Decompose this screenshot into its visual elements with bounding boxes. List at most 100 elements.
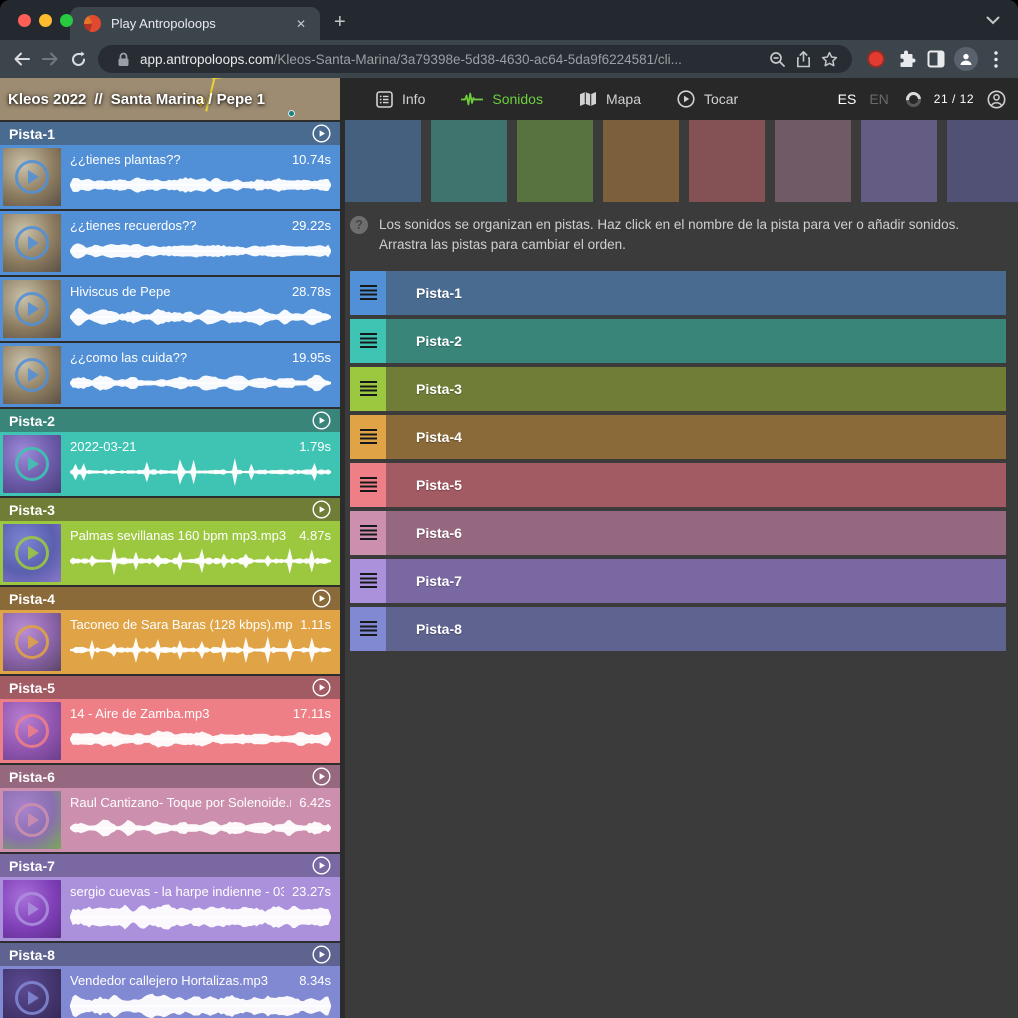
track-row-pista-2: Pista-2 <box>350 319 1006 363</box>
clip-thumbnail <box>3 435 61 493</box>
track-row-button[interactable]: Pista-8 <box>386 607 1006 651</box>
header-right: ES EN 21 / 12 <box>838 90 1006 109</box>
clip-thumbnail <box>3 791 61 849</box>
track-play-button[interactable] <box>312 124 331 143</box>
track-row-button[interactable]: Pista-2 <box>386 319 1006 363</box>
track-play-button[interactable] <box>312 411 331 430</box>
track-row-button[interactable]: Pista-1 <box>386 271 1006 315</box>
zoom-window-button[interactable] <box>60 14 73 27</box>
tab-strip: Play Antropoloops ✕ + <box>0 0 1018 40</box>
new-tab-button[interactable]: + <box>334 11 346 34</box>
map-thumbnail[interactable]: Kleos 2022 // Santa Marina / Pepe 1 <box>0 78 340 120</box>
drag-handle[interactable] <box>350 607 386 651</box>
clip-info: Vendedor callejero Hortalizas.mp38.34s <box>64 966 340 1018</box>
back-button[interactable] <box>8 45 36 73</box>
bookmark-star-icon[interactable] <box>816 46 842 72</box>
nav-item-mapa[interactable]: Mapa <box>579 91 641 107</box>
url-domain: app.antropoloops.com <box>140 52 274 67</box>
color-swatch-pista-6[interactable] <box>775 120 851 202</box>
clip-duration: 8.34s <box>299 973 331 988</box>
clip-title: ¿¿tienes recuerdos?? <box>70 218 284 233</box>
drag-handle[interactable] <box>350 271 386 315</box>
track-play-button[interactable] <box>312 945 331 964</box>
clip[interactable]: ¿¿tienes recuerdos??29.22s <box>0 211 340 275</box>
record-extension-icon[interactable] <box>862 45 890 73</box>
clip-thumbnail <box>3 969 61 1018</box>
share-icon[interactable] <box>790 46 816 72</box>
track-play-button[interactable] <box>312 589 331 608</box>
track-header-pista-7[interactable]: Pista-7 <box>0 854 340 877</box>
nav-item-info[interactable]: Info <box>376 91 425 108</box>
track-header-pista-4[interactable]: Pista-4 <box>0 587 340 610</box>
track-play-button[interactable] <box>312 856 331 875</box>
drag-handle[interactable] <box>350 415 386 459</box>
breadcrumb: Kleos 2022 // Santa Marina / Pepe 1 <box>8 78 265 120</box>
track-name: Pista-7 <box>9 858 55 874</box>
track-header-pista-3[interactable]: Pista-3 <box>0 498 340 521</box>
tracks-sidebar: Pista-1¿¿tienes plantas??10.74s¿¿tienes … <box>0 120 340 1018</box>
track-play-button[interactable] <box>312 500 331 519</box>
clip-waveform <box>70 365 331 405</box>
track-play-button[interactable] <box>312 767 331 786</box>
drag-handle[interactable] <box>350 463 386 507</box>
drag-handle[interactable] <box>350 511 386 555</box>
lang-es-button[interactable]: ES <box>838 91 857 107</box>
track-header-pista-8[interactable]: Pista-8 <box>0 943 340 966</box>
clip[interactable]: Hiviscus de Pepe28.78s <box>0 277 340 341</box>
track-header-pista-5[interactable]: Pista-5 <box>0 676 340 699</box>
track-row-button[interactable]: Pista-4 <box>386 415 1006 459</box>
color-swatch-pista-3[interactable] <box>517 120 593 202</box>
drag-handle[interactable] <box>350 559 386 603</box>
track-row-label: Pista-5 <box>416 477 462 493</box>
drag-handle[interactable] <box>350 367 386 411</box>
forward-button[interactable] <box>36 45 64 73</box>
side-panel-icon[interactable] <box>922 45 950 73</box>
clip[interactable]: ¿¿como las cuida??19.95s <box>0 343 340 407</box>
color-swatch-pista-1[interactable] <box>345 120 421 202</box>
clip-duration: 6.42s <box>299 795 331 810</box>
track-row-button[interactable]: Pista-5 <box>386 463 1006 507</box>
clip[interactable]: Raul Cantizano- Toque por Solenoide.mp36… <box>0 788 340 852</box>
url-bar[interactable]: app.antropoloops.com/Kleos-Santa-Marina/… <box>98 45 852 73</box>
extensions-puzzle-icon[interactable] <box>892 45 920 73</box>
lang-en-button[interactable]: EN <box>869 91 888 107</box>
clip[interactable]: ¿¿tienes plantas??10.74s <box>0 145 340 209</box>
nav-item-tocar[interactable]: Tocar <box>677 90 738 108</box>
tab-close-icon[interactable]: ✕ <box>292 15 310 33</box>
track-row-button[interactable]: Pista-6 <box>386 511 1006 555</box>
clip[interactable]: 14 - Aire de Zamba.mp317.11s <box>0 699 340 763</box>
clip-duration: 17.11s <box>293 706 331 721</box>
clip-waveform <box>70 454 331 494</box>
track-header-pista-6[interactable]: Pista-6 <box>0 765 340 788</box>
track-header-pista-1[interactable]: Pista-1 <box>0 122 340 145</box>
color-swatch-pista-2[interactable] <box>431 120 507 202</box>
account-icon[interactable] <box>987 90 1006 109</box>
tab-search-chevron-icon[interactable] <box>986 12 1000 30</box>
drag-handle[interactable] <box>350 319 386 363</box>
color-swatch-pista-4[interactable] <box>603 120 679 202</box>
nav-item-sonidos[interactable]: Sonidos <box>461 91 543 107</box>
close-window-button[interactable] <box>18 14 31 27</box>
color-swatch-pista-7[interactable] <box>861 120 937 202</box>
track-row-button[interactable]: Pista-3 <box>386 367 1006 411</box>
clip[interactable]: 2022-03-211.79s <box>0 432 340 496</box>
browser-menu-icon[interactable] <box>982 45 1010 73</box>
color-swatch-pista-8[interactable] <box>947 120 1018 202</box>
color-swatch-pista-5[interactable] <box>689 120 765 202</box>
minimize-window-button[interactable] <box>39 14 52 27</box>
clip[interactable]: Vendedor callejero Hortalizas.mp38.34s <box>0 966 340 1018</box>
clip-duration: 23.27s <box>292 884 331 899</box>
reload-button[interactable] <box>64 45 92 73</box>
track-row-button[interactable]: Pista-7 <box>386 559 1006 603</box>
clip[interactable]: sergio cuevas - la harpe indienne - 03 -… <box>0 877 340 941</box>
clip[interactable]: Taconeo de Sara Baras (128 kbps).mp31.11… <box>0 610 340 674</box>
zoom-out-icon[interactable] <box>764 46 790 72</box>
lock-icon[interactable] <box>110 46 136 72</box>
track-header-pista-2[interactable]: Pista-2 <box>0 409 340 432</box>
clip-title: Taconeo de Sara Baras (128 kbps).mp3 <box>70 617 292 632</box>
clip[interactable]: Palmas sevillanas 160 bpm mp3.mp34.87s <box>0 521 340 585</box>
browser-tab[interactable]: Play Antropoloops ✕ <box>70 7 320 40</box>
track-play-button[interactable] <box>312 678 331 697</box>
drag-handle-icon <box>360 621 377 636</box>
browser-profile-avatar[interactable] <box>952 45 980 73</box>
